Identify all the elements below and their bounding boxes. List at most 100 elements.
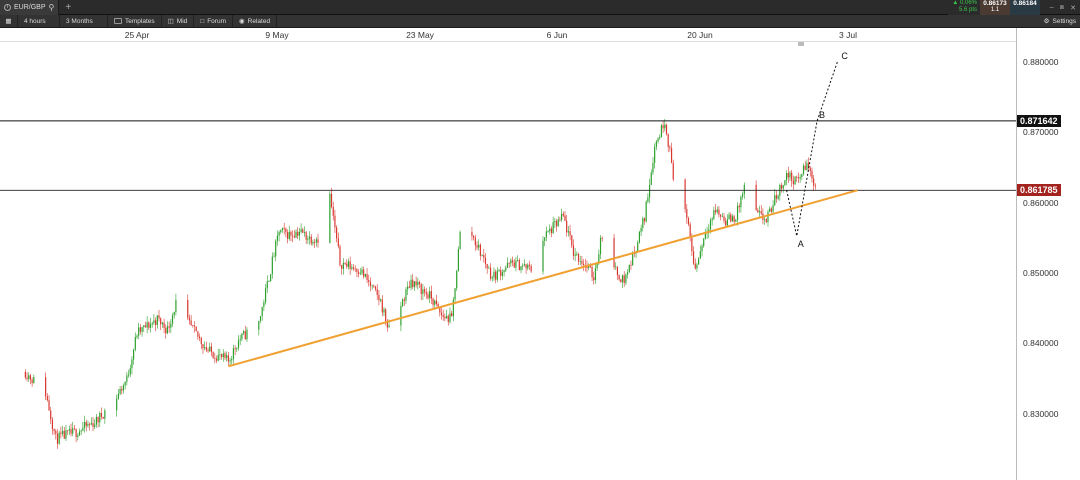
candle[interactable]	[388, 325, 390, 328]
candle[interactable]	[290, 231, 292, 236]
candle[interactable]	[505, 267, 507, 271]
candle[interactable]	[430, 291, 432, 299]
candle[interactable]	[687, 218, 690, 225]
candle[interactable]	[459, 231, 461, 249]
candle[interactable]	[293, 236, 295, 238]
candle[interactable]	[151, 323, 153, 325]
candle[interactable]	[195, 326, 197, 332]
candle[interactable]	[285, 228, 287, 233]
candle[interactable]	[258, 320, 260, 330]
candle[interactable]	[143, 325, 145, 327]
candle[interactable]	[222, 353, 224, 358]
candle[interactable]	[94, 424, 96, 427]
related-button[interactable]: ◉ Related	[233, 14, 278, 28]
candle[interactable]	[642, 218, 644, 228]
candle[interactable]	[447, 315, 449, 322]
candle[interactable]	[665, 124, 668, 134]
candle[interactable]	[246, 329, 248, 340]
candle[interactable]	[383, 309, 385, 313]
candle[interactable]	[626, 272, 629, 275]
candle[interactable]	[728, 214, 730, 220]
candle[interactable]	[418, 281, 421, 285]
candle[interactable]	[657, 138, 659, 142]
candle[interactable]	[637, 242, 639, 252]
candle[interactable]	[583, 263, 585, 266]
candle[interactable]	[236, 348, 238, 350]
candle[interactable]	[506, 262, 509, 268]
candle[interactable]	[698, 258, 700, 265]
candle[interactable]	[342, 262, 344, 269]
candle[interactable]	[271, 256, 273, 275]
candle[interactable]	[425, 292, 427, 295]
candle[interactable]	[83, 422, 86, 428]
candle[interactable]	[224, 353, 226, 358]
candle[interactable]	[359, 273, 361, 275]
candle[interactable]	[264, 288, 267, 303]
candle[interactable]	[811, 170, 813, 179]
candle[interactable]	[104, 410, 106, 419]
candle[interactable]	[89, 424, 91, 425]
candle[interactable]	[718, 209, 720, 215]
candle[interactable]	[139, 327, 141, 332]
candle[interactable]	[160, 318, 162, 325]
candle[interactable]	[599, 237, 602, 255]
candle[interactable]	[554, 221, 556, 223]
candle[interactable]	[305, 232, 307, 240]
candle[interactable]	[205, 347, 207, 351]
candle[interactable]	[332, 207, 334, 216]
candle[interactable]	[119, 389, 121, 394]
candle[interactable]	[493, 271, 495, 278]
candle[interactable]	[45, 377, 47, 397]
candle[interactable]	[61, 430, 64, 434]
candle[interactable]	[491, 277, 493, 279]
candle[interactable]	[138, 327, 140, 336]
candle[interactable]	[423, 289, 426, 293]
candle[interactable]	[283, 227, 285, 229]
candle[interactable]	[356, 269, 358, 273]
close-icon[interactable]: ✕	[1070, 4, 1076, 12]
candle[interactable]	[716, 209, 718, 213]
candle[interactable]	[99, 412, 101, 423]
candle[interactable]	[352, 267, 355, 269]
candle[interactable]	[339, 246, 341, 266]
candle[interactable]	[630, 264, 632, 266]
candle[interactable]	[77, 435, 79, 437]
candle[interactable]	[784, 180, 786, 186]
candle[interactable]	[368, 280, 370, 283]
candle[interactable]	[56, 433, 59, 444]
candle[interactable]	[552, 222, 554, 234]
candle[interactable]	[515, 260, 517, 268]
candle[interactable]	[757, 209, 759, 213]
candle[interactable]	[618, 275, 620, 280]
candle[interactable]	[508, 262, 510, 264]
candle[interactable]	[594, 268, 597, 281]
buy-button[interactable]: 0.86184	[1010, 0, 1040, 15]
candle[interactable]	[60, 432, 62, 434]
candle[interactable]	[85, 422, 87, 426]
candle[interactable]	[288, 231, 290, 239]
candle[interactable]	[449, 313, 451, 322]
candle[interactable]	[351, 267, 353, 269]
candle[interactable]	[780, 184, 783, 189]
candle[interactable]	[471, 231, 473, 236]
candle[interactable]	[572, 245, 575, 256]
candle[interactable]	[782, 185, 784, 189]
candle[interactable]	[652, 162, 654, 173]
candle[interactable]	[567, 231, 569, 233]
candle[interactable]	[786, 172, 788, 181]
candle[interactable]	[725, 220, 727, 226]
candle[interactable]	[593, 277, 595, 281]
timeframe-selector[interactable]: 4 hours	[18, 14, 60, 28]
candle[interactable]	[369, 282, 372, 286]
candle[interactable]	[770, 208, 772, 212]
candle[interactable]	[664, 124, 666, 129]
candle[interactable]	[295, 231, 297, 238]
candle[interactable]	[689, 224, 691, 238]
candle[interactable]	[163, 322, 165, 328]
candle[interactable]	[376, 289, 378, 295]
candle[interactable]	[67, 430, 69, 432]
candle[interactable]	[413, 281, 416, 288]
candle[interactable]	[165, 327, 167, 334]
candle[interactable]	[547, 231, 549, 233]
candle[interactable]	[645, 201, 647, 222]
